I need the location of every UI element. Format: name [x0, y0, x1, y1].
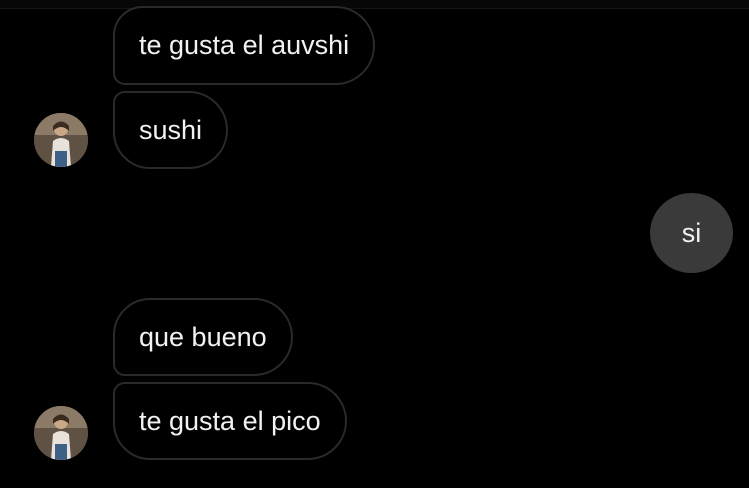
- message-text: sushi: [139, 114, 203, 145]
- avatar-photo-icon: [34, 113, 88, 167]
- incoming-message-bubble[interactable]: te gusta el pico: [113, 382, 347, 460]
- avatar-photo-icon: [34, 406, 88, 460]
- message-text: que bueno: [139, 321, 267, 352]
- sender-avatar[interactable]: [34, 113, 88, 167]
- message-text: si: [681, 217, 702, 248]
- sender-avatar[interactable]: [34, 406, 88, 460]
- message-text: te gusta el pico: [139, 405, 321, 436]
- incoming-message-bubble[interactable]: sushi: [113, 91, 229, 169]
- incoming-message-bubble[interactable]: que bueno: [113, 298, 293, 376]
- incoming-message-bubble[interactable]: te gusta el auvshi: [113, 6, 376, 85]
- top-divider: [0, 0, 749, 9]
- message-text: te gusta el auvshi: [139, 30, 350, 60]
- chat-thread: te gusta el auvshi sushi si que bueno te…: [0, 0, 749, 488]
- outgoing-message-bubble[interactable]: si: [650, 193, 733, 273]
